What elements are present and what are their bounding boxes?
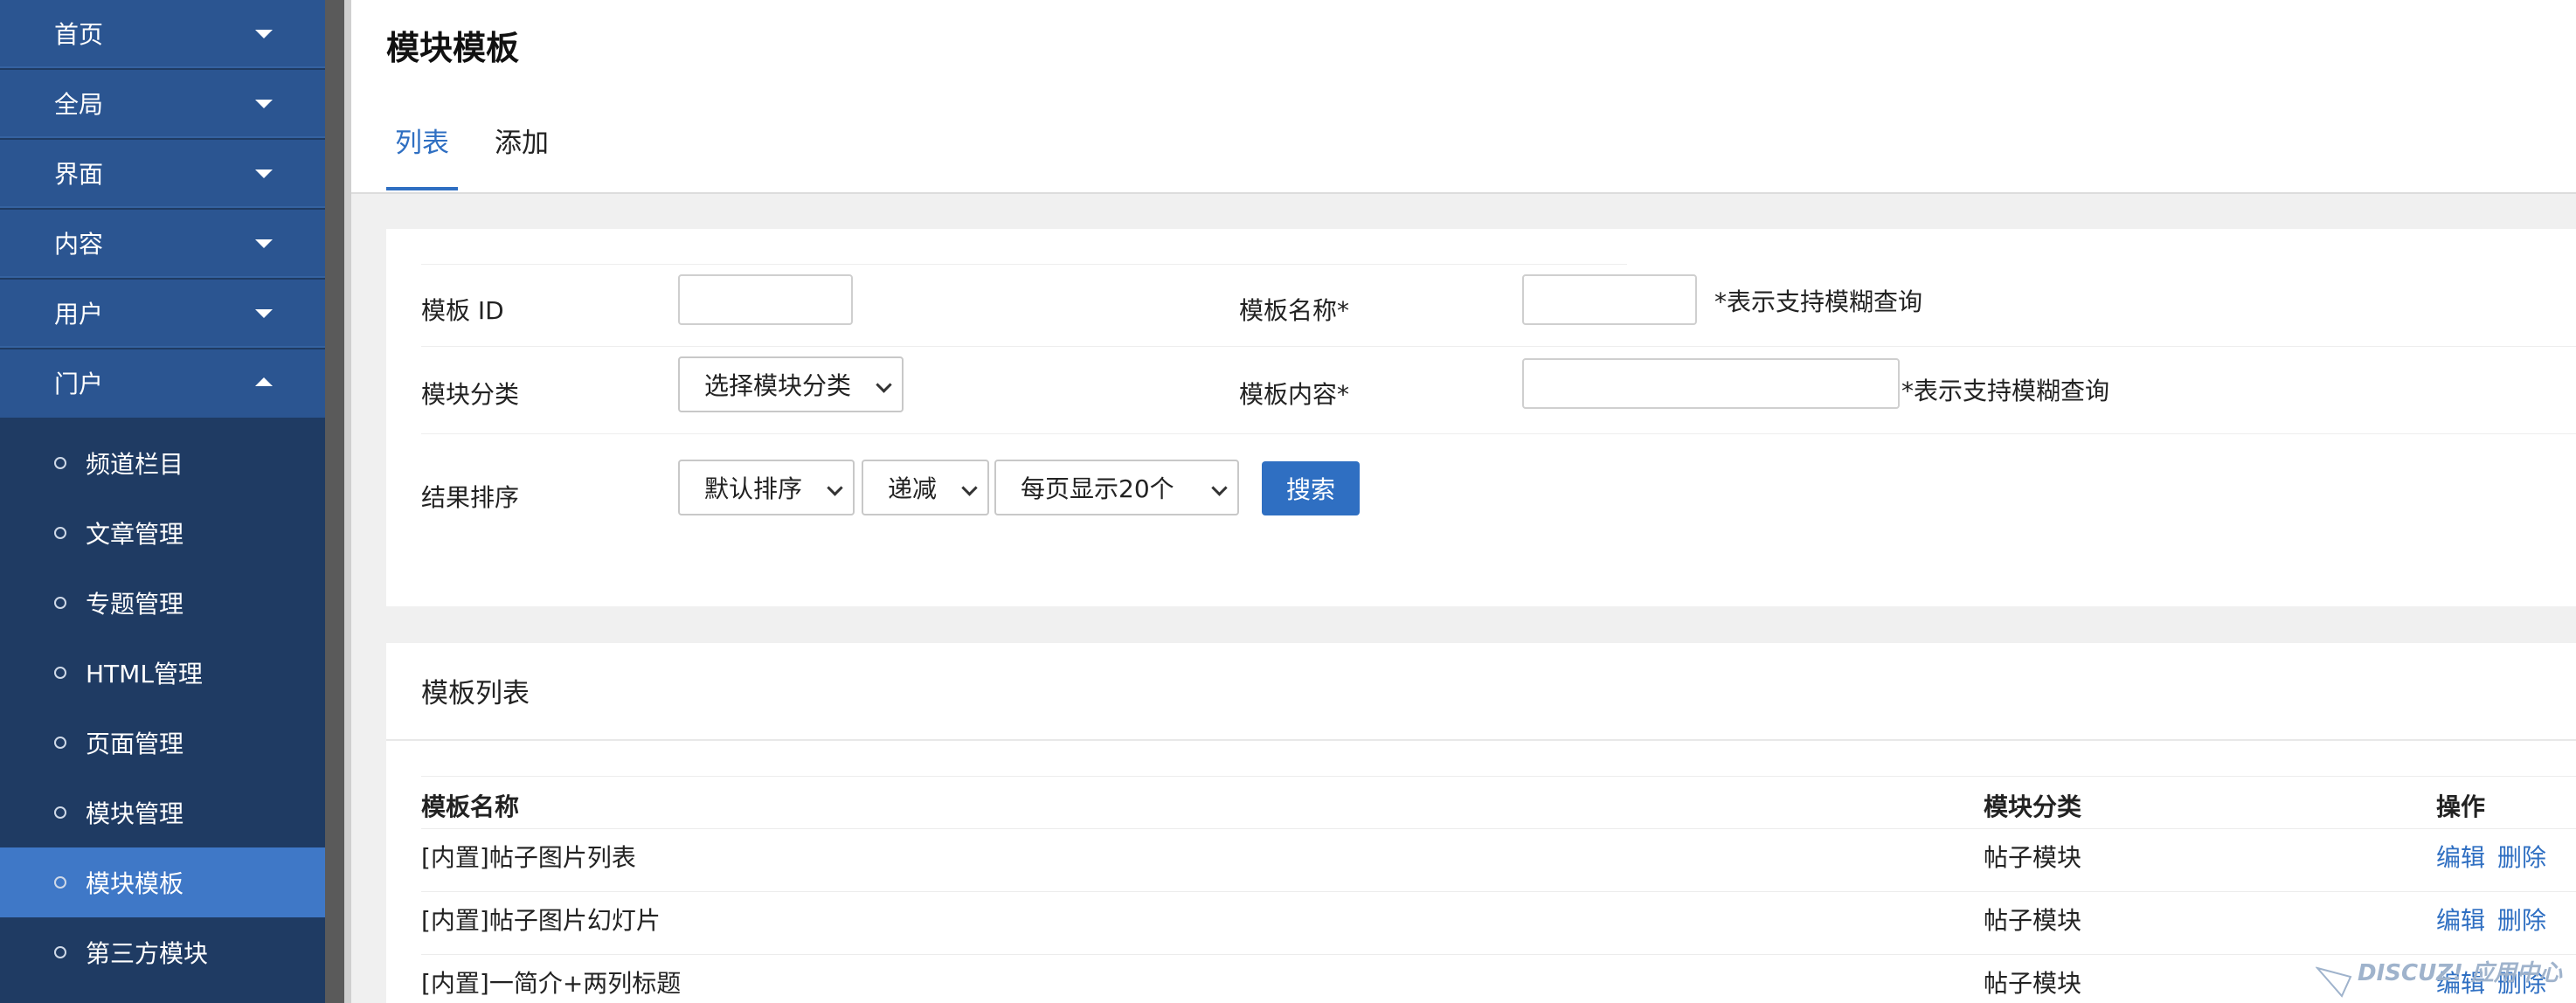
template-name-input[interactable] [1522, 274, 1697, 325]
edit-link[interactable]: 编辑 [2436, 839, 2485, 874]
sidebar-item-label: HTML管理 [86, 660, 203, 688]
chevron-down-icon [255, 239, 273, 248]
row-divider [421, 433, 2576, 434]
column-header-name: 模板名称 [421, 792, 520, 821]
tab-label: 列表 [395, 128, 449, 159]
sidebar-menu-label: 全局 [54, 90, 104, 119]
sidebar-menu-label: 界面 [54, 160, 104, 189]
list-title: 模板列表 [421, 678, 530, 709]
chevron-up-icon [255, 377, 273, 386]
tab-list[interactable]: 列表 [386, 121, 458, 190]
perpage-select[interactable]: 每页显示20个 [994, 460, 1239, 515]
circle-icon [54, 876, 66, 889]
table-cell-category: 帖子模块 [1984, 969, 2082, 998]
table-cell-name: [内置]帖子图片列表 [421, 843, 636, 872]
sidebar-item-label: 专题管理 [86, 590, 184, 619]
table-divider [421, 954, 2576, 955]
perpage-select-value: 每页显示20个 [1021, 474, 1174, 503]
template-id-input[interactable] [678, 274, 853, 325]
delete-link[interactable]: 删除 [2497, 839, 2546, 874]
column-header-category: 模块分类 [1984, 792, 2082, 821]
sidebar-item-modules[interactable]: 模块管理 [0, 778, 325, 847]
sidebar-item-label: 页面管理 [86, 730, 184, 758]
circle-icon [54, 597, 66, 609]
sidebar-menu-portal[interactable]: 门户 [0, 349, 325, 418]
circle-icon [54, 667, 66, 679]
sidebar-menu-label: 门户 [54, 370, 104, 398]
circle-icon [54, 457, 66, 469]
fuzzy-hint: *表示支持模糊查询 [1714, 287, 1923, 316]
chevron-down-icon [961, 480, 978, 496]
discuz-watermark-logo: DISCUZ! 应用中心 [2316, 960, 2563, 998]
page-title: 模块模板 [386, 29, 520, 67]
sidebar-item-articles[interactable]: 文章管理 [0, 498, 325, 568]
template-name-label: 模板名称* [1239, 296, 1350, 325]
watermark-text: DISCUZ! 应用中心 [2358, 960, 2563, 986]
fuzzy-hint: *表示支持模糊查询 [1901, 377, 2110, 405]
sidebar: 首页 全局 界面 内容 用户 门户 频道栏目 文章管理 专题管理 HTML管理 … [0, 0, 325, 1003]
table-divider [421, 891, 2576, 892]
sidebar-item-html[interactable]: HTML管理 [0, 638, 325, 708]
page-header: 模块模板 列表 添加 [351, 0, 2576, 194]
table-divider [421, 776, 2576, 777]
column-header-actions: 操作 [2436, 792, 2486, 821]
template-content-input[interactable] [1522, 358, 1900, 409]
tab-add[interactable]: 添加 [486, 121, 557, 190]
template-id-label: 模板 ID [421, 296, 504, 325]
sidebar-menu-interface[interactable]: 界面 [0, 140, 325, 208]
sidebar-item-channel[interactable]: 频道栏目 [0, 428, 325, 498]
sidebar-item-module-templates[interactable]: 模块模板 [0, 847, 325, 917]
category-label: 模块分类 [421, 380, 520, 409]
table-cell-category: 帖子模块 [1984, 906, 2082, 935]
chevron-down-icon [255, 100, 273, 108]
chevron-down-icon [255, 169, 273, 178]
order-select-value: 递减 [888, 474, 938, 503]
row-divider [421, 346, 2576, 347]
table-cell-name: [内置]帖子图片幻灯片 [421, 906, 661, 935]
chevron-down-icon [827, 480, 843, 496]
sidebar-item-label: 频道栏目 [86, 450, 184, 479]
chevron-down-icon [1211, 480, 1228, 496]
sidebar-menu-users[interactable]: 用户 [0, 280, 325, 348]
sort-select[interactable]: 默认排序 [678, 460, 855, 515]
delete-link[interactable]: 删除 [2497, 902, 2546, 937]
sidebar-item-label: 文章管理 [86, 520, 184, 549]
category-select[interactable]: 选择模块分类 [678, 356, 904, 412]
chevron-down-icon [876, 377, 892, 393]
tab-label: 添加 [495, 128, 549, 159]
table-divider [421, 828, 2576, 829]
circle-icon [54, 946, 66, 958]
sidebar-resize-handle[interactable] [325, 0, 351, 1003]
template-content-label: 模板内容* [1239, 380, 1350, 409]
edit-link[interactable]: 编辑 [2436, 902, 2485, 937]
circle-icon [54, 737, 66, 749]
sidebar-item-label: 第三方模块 [86, 939, 209, 968]
sidebar-item-label: 模块管理 [86, 799, 184, 828]
search-panel: 模板 ID 模板名称* *表示支持模糊查询 模块分类 选择模块分类 模板内容* … [386, 229, 2576, 606]
sidebar-item-third-party[interactable]: 第三方模块 [0, 917, 325, 987]
sidebar-menu-label: 内容 [54, 230, 104, 259]
sidebar-menu-home[interactable]: 首页 [0, 0, 325, 68]
sidebar-menu-content[interactable]: 内容 [0, 210, 325, 278]
category-select-value: 选择模块分类 [704, 371, 852, 400]
table-cell-name: [内置]一简介+两列标题 [421, 969, 682, 998]
row-divider [421, 264, 1627, 265]
sidebar-menu-global[interactable]: 全局 [0, 70, 325, 138]
search-button[interactable]: 搜索 [1262, 461, 1360, 515]
chevron-down-icon [255, 30, 273, 38]
sidebar-item-pages[interactable]: 页面管理 [0, 708, 325, 778]
order-select[interactable]: 递减 [862, 460, 989, 515]
sort-label: 结果排序 [421, 483, 520, 512]
list-divider [386, 739, 2576, 741]
sidebar-menu-label: 首页 [54, 20, 104, 49]
sidebar-item-topics[interactable]: 专题管理 [0, 568, 325, 638]
chevron-down-icon [255, 309, 273, 318]
circle-icon [54, 527, 66, 539]
table-cell-category: 帖子模块 [1984, 843, 2082, 872]
sidebar-menu-label: 用户 [54, 300, 104, 329]
sidebar-item-label: 模块模板 [86, 869, 184, 898]
template-list-panel: 模板列表 模板名称 模块分类 操作 [内置]帖子图片列表 帖子模块 编辑 删除 … [386, 643, 2576, 1003]
sort-select-value: 默认排序 [704, 474, 803, 503]
circle-icon [54, 806, 66, 819]
